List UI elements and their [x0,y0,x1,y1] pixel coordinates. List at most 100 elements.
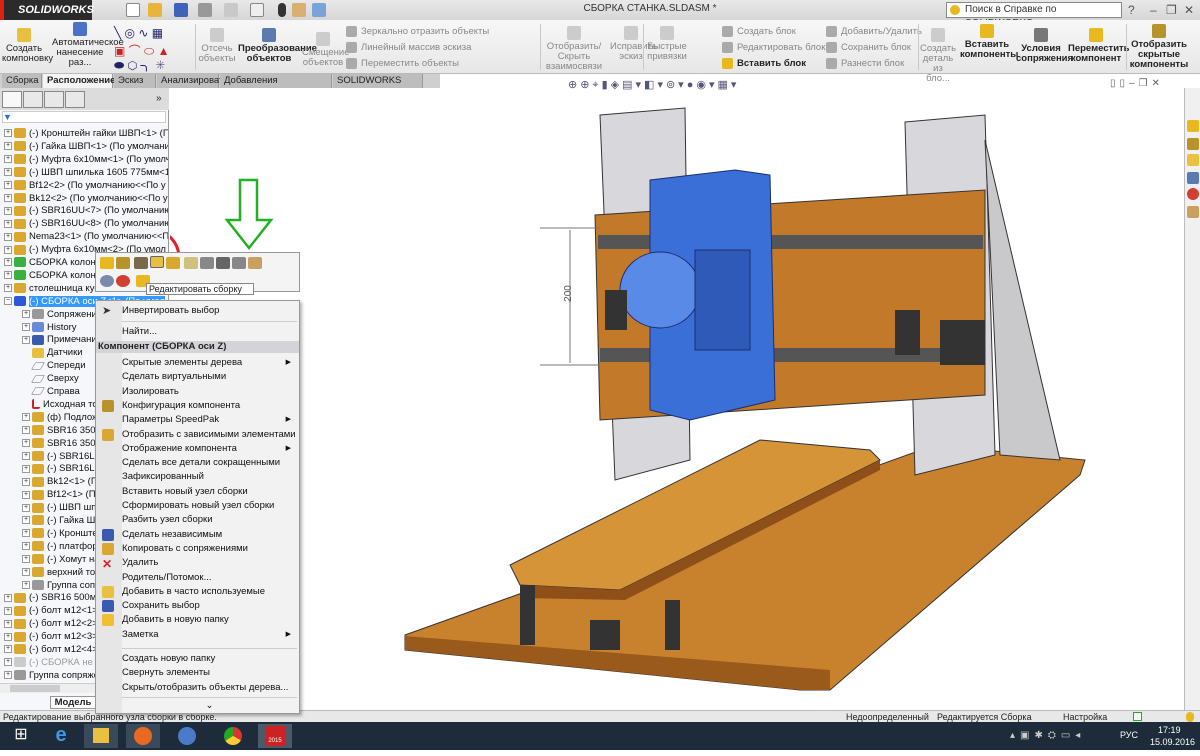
expand-toggle-icon[interactable]: + [22,439,30,448]
transparency-icon[interactable] [184,257,198,269]
explode-block-button[interactable]: Разнести блок [826,58,904,69]
menu-item[interactable]: Создать новую папку [122,652,297,666]
mirror-button[interactable]: Зеркально отразить объекты [346,26,489,37]
custom-properties-icon[interactable] [1187,206,1199,218]
expand-toggle-icon[interactable]: + [22,464,30,473]
new-file-icon[interactable] [126,3,140,17]
menu-item[interactable]: Добавить в часто используемые [122,585,297,599]
restore-button[interactable]: ❐ [1166,3,1177,17]
menu-item[interactable]: Удалить [122,556,297,570]
clock-time[interactable]: 17:19 [1158,725,1181,735]
tab-4[interactable]: Добавления SOLIDWORKS [220,74,332,100]
zoom-to-selection-icon[interactable] [100,275,114,287]
help-status-icon[interactable] [1133,712,1142,721]
menu-item[interactable]: Скрыть/отобразить объекты дерева... [122,681,297,695]
mate-button[interactable]: Условия сопряжения [1016,28,1073,64]
edit-assembly-icon[interactable] [150,256,164,268]
expand-toggle-icon[interactable]: + [4,232,12,241]
menu-item[interactable]: Добавить в новую папку [122,613,297,627]
tree-item[interactable]: + (-) Гайка ШВП<1> (По умолчани [4,140,168,153]
expand-toggle-icon[interactable]: + [22,568,30,577]
expand-toggle-icon[interactable]: + [4,658,12,667]
menu-item-find[interactable]: Найти... [122,325,297,339]
help-search-input[interactable]: Поиск в Справке по SOLIDWORKS [946,2,1122,29]
menu-item[interactable]: Зафиксированный [122,470,297,484]
edit-part-icon[interactable] [116,257,130,269]
component-properties-icon[interactable] [248,257,262,269]
expand-toggle-icon[interactable]: + [4,593,12,602]
expand-toggle-icon[interactable]: + [22,503,30,512]
expand-toggle-icon[interactable]: + [22,555,30,564]
auto-dimension-button[interactable]: Автоматическое нанесение раз... [52,22,124,68]
expand-toggle-icon[interactable]: + [4,245,12,254]
view-palette-icon[interactable] [1187,172,1199,184]
model-tab[interactable]: Модель [50,696,96,709]
expand-toggle-icon[interactable]: + [22,322,30,331]
appearance-icon[interactable] [116,275,130,287]
menu-item[interactable]: Параметры SpeedPak ▶ [122,413,297,427]
tree-item[interactable]: + (-) Кронштейн гайки ШВП<1> (По [4,127,168,140]
expand-toggle-icon[interactable]: + [22,490,30,499]
dimension-label[interactable]: 200 [563,285,574,302]
expand-toggle-icon[interactable]: + [22,516,30,525]
menu-item[interactable]: Сделать все детали сокращенными [122,456,297,470]
menu-item[interactable]: Разбить узел сборки [122,513,297,527]
internet-explorer-icon[interactable]: e [44,724,78,748]
tree-item[interactable]: + Bk12<2> (По умолчанию<<По у [4,192,168,205]
open-component-icon[interactable] [100,257,114,269]
resources-icon[interactable] [1187,120,1199,132]
insert-components-button[interactable]: Вставить компоненты [960,24,1018,60]
open-file-icon[interactable] [148,3,162,17]
tree-item[interactable]: + Nema23<1> (По умолчанию<<По [4,230,168,243]
chrome-icon[interactable] [216,724,250,748]
change-config-icon[interactable] [200,257,214,269]
appearances-icon[interactable] [1187,188,1199,200]
linear-pattern-button[interactable]: Линейный массив эскиза [346,42,471,53]
expand-toggle-icon[interactable]: + [22,426,30,435]
expand-toggle-icon[interactable]: + [4,206,12,215]
expand-toggle-icon[interactable]: + [4,219,12,228]
save-block-button[interactable]: Сохранить блок [826,42,911,53]
file-properties-icon[interactable] [292,3,306,17]
expand-toggle-icon[interactable]: + [4,129,12,138]
expand-toggle-icon[interactable]: + [4,284,12,293]
menu-item[interactable]: Свернуть элементы [122,666,297,680]
file-explorer-taskbar-icon[interactable] [84,724,118,748]
view-mates-icon[interactable] [232,257,246,269]
expand-toggle-icon[interactable]: + [22,335,30,344]
language-indicator[interactable]: РУС [1120,730,1138,740]
tab-2[interactable]: Эскиз [114,74,156,88]
save-icon[interactable] [174,3,188,17]
expand-toggle-icon[interactable]: + [4,142,12,151]
close-button[interactable]: ✕ [1184,3,1194,17]
menu-item[interactable]: Родитель/Потомок... [122,571,297,585]
expand-toggle-icon[interactable]: + [22,477,30,486]
viewport-window-controls[interactable]: ▯▯–❐✕ [1110,78,1164,89]
isolate-icon[interactable] [166,257,180,269]
menu-item[interactable]: Скрытые элементы дерева ▶ [122,356,297,370]
expand-toggle-icon[interactable]: + [4,155,12,164]
clock-date[interactable]: 15.09.2016 [1150,737,1195,747]
menu-item[interactable]: Сделать независимым [122,528,297,542]
repair-sketch-button[interactable]: Исправить эскиз [610,26,657,62]
tree-item[interactable]: + (-) SBR16UU<7> (По умолчанию [4,204,168,217]
menu-item[interactable]: Отобразить с зависимыми элементами [122,428,297,442]
make-part-from-block-button[interactable]: Создать деталь из бло... [920,28,956,84]
expand-toggle-icon[interactable]: + [22,451,30,460]
firefox-icon[interactable] [126,724,160,748]
expand-toggle-icon[interactable]: + [4,271,12,280]
tree-item[interactable]: + (-) ШВП шпилька 1605 775мм<1> [4,166,168,179]
offset-button[interactable]: Смещение объектов [302,32,350,68]
expand-toggle-icon[interactable]: + [22,580,30,589]
expand-toggle-icon[interactable]: + [4,632,12,641]
expand-toggle-icon[interactable]: + [22,413,30,422]
sketch-tools-group[interactable]: ╲ ◎ ∿ ▦ ▣ ⌒ ⬭ ▲ ⬬ ⬡ ╮ ✳ [112,24,192,72]
cnc-model-3d[interactable] [119,88,1184,710]
graphics-viewport[interactable]: 200 ⊕⊕⌖▮◈▤▾◧▾⊚▾●◉▾▦▾ ▯▯–❐✕ [119,78,1184,710]
menu-item-invert-selection[interactable]: Инвертировать выбор [122,304,297,318]
menu-item[interactable]: Сформировать новый узел сборки [122,499,297,513]
menu-item[interactable]: Копировать с сопряжениями [122,542,297,556]
expand-toggle-icon[interactable]: + [4,193,12,202]
expand-toggle-icon[interactable]: + [4,606,12,615]
menu-item[interactable]: Заметка ▶ [122,628,297,642]
